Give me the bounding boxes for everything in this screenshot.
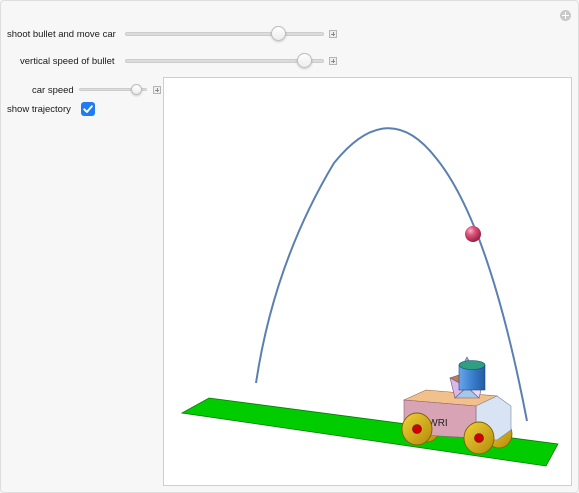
shoot-slider-plus-icon[interactable] — [329, 30, 337, 38]
vertical-speed-slider-thumb[interactable] — [297, 53, 312, 68]
show-trajectory-checkbox[interactable] — [81, 102, 95, 116]
bullet-ball — [465, 226, 481, 242]
cannon-top — [458, 360, 486, 370]
scene-viewport[interactable]: WRI — [163, 77, 572, 486]
show-trajectory-label: show trajectory — [7, 104, 71, 115]
checkmark-icon — [83, 105, 93, 113]
shoot-slider-track[interactable] — [125, 32, 324, 36]
vertical-speed-slider-plus-icon[interactable] — [329, 57, 337, 65]
front-wheel-right-hub — [474, 433, 484, 443]
car-speed-slider-thumb[interactable] — [131, 84, 142, 95]
trajectory-curve — [255, 127, 528, 422]
vertical-speed-slider-label: vertical speed of bullet — [20, 56, 115, 67]
shoot-slider-label: shoot bullet and move car — [7, 29, 116, 40]
car-speed-slider-plus-icon[interactable] — [153, 86, 161, 94]
demonstration-panel: shoot bullet and move car vertical speed… — [0, 0, 579, 493]
options-plus-icon[interactable] — [560, 10, 571, 21]
vertical-speed-slider-track[interactable] — [125, 59, 324, 63]
car-speed-slider-label: car speed — [32, 85, 74, 96]
shoot-slider-thumb[interactable] — [271, 26, 286, 41]
front-wheel-left-hub — [412, 424, 422, 434]
scene-graphic[interactable]: WRI — [164, 78, 571, 485]
